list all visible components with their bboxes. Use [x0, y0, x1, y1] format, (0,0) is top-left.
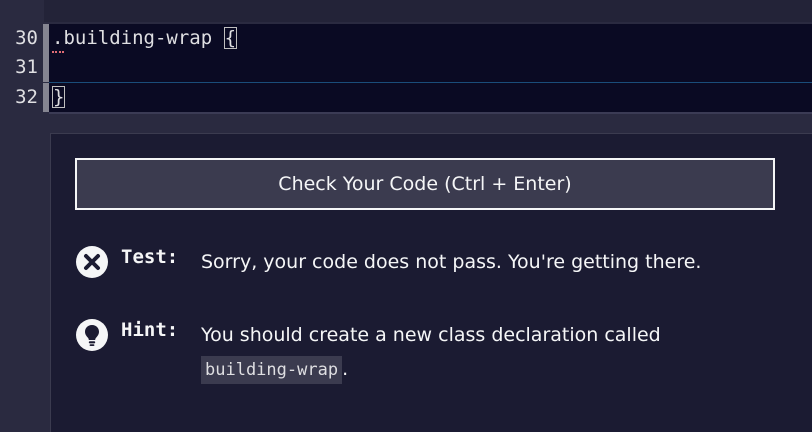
code-editor: 30 .building-wrap { 31 32 }: [0, 0, 812, 114]
hint: Hint: You should create a new class decl…: [75, 318, 785, 388]
code-line-area[interactable]: [49, 83, 812, 114]
code-text[interactable]: .building-wrap {: [52, 24, 238, 53]
line-number: 31: [15, 56, 38, 78]
check-code-button[interactable]: Check Your Code (Ctrl + Enter): [75, 158, 775, 210]
test-label: Test:: [121, 246, 179, 268]
line-number: 32: [15, 86, 38, 108]
code-line-31[interactable]: 31: [0, 53, 812, 83]
hint-message: You should create a new class declaratio…: [201, 318, 781, 386]
hint-label: Hint:: [121, 319, 179, 341]
fail-x-icon: [76, 246, 108, 278]
line-number: 30: [15, 27, 38, 49]
close-brace: }: [52, 86, 66, 108]
editor-top-strip: [44, 0, 812, 22]
selector-text: .building-wrap: [52, 27, 224, 49]
open-brace: {: [223, 27, 238, 49]
hint-code: building-wrap: [201, 356, 343, 384]
feedback-panel: Check Your Code (Ctrl + Enter) Test: Sor…: [50, 133, 812, 432]
test-message: Sorry, your code does not pass. You're g…: [201, 251, 702, 273]
hint-text: You should create a new class declaratio…: [201, 324, 661, 346]
test-result: Test: Sorry, your code does not pass. Yo…: [75, 245, 785, 281]
code-line-32[interactable]: 32 }: [0, 83, 812, 114]
page: 30 .building-wrap { 31 32 } Check Your C…: [0, 0, 812, 432]
lightbulb-icon: [76, 319, 108, 351]
code-text[interactable]: }: [52, 83, 66, 112]
code-line-area[interactable]: [49, 53, 812, 83]
hint-suffix: .: [342, 358, 349, 380]
code-line-30[interactable]: 30 .building-wrap {: [0, 24, 812, 53]
